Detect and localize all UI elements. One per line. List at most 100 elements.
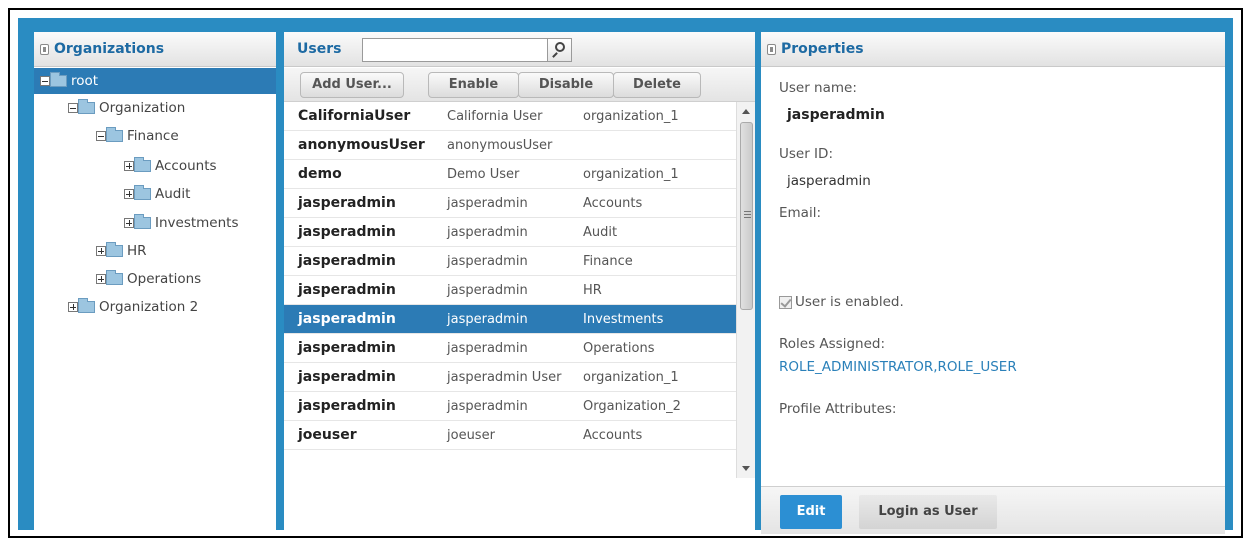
user-org-cell: Organization_2 [583,399,681,414]
user-enabled-checkbox[interactable]: User is enabled. [779,294,904,310]
table-row[interactable]: CaliforniaUser California User organizat… [284,102,736,131]
pin-icon[interactable] [40,44,49,55]
expand-icon[interactable] [124,189,134,199]
roles-value: ROLE_ADMINISTRATOR,ROLE_USER [779,359,1017,375]
user-fullname-cell: jasperadmin [447,399,528,414]
user-name-cell: jasperadmin [298,311,396,327]
scrollbar-thumb[interactable] [740,122,753,310]
tree-node-organization[interactable]: Organization [68,95,185,121]
user-org-cell: Finance [583,254,633,269]
checkbox-icon[interactable] [779,295,792,309]
collapse-icon[interactable] [96,131,106,141]
user-fullname-cell: anonymousUser [447,138,553,153]
tree-node-accounts[interactable]: Accounts [124,153,217,179]
users-panel: Users Add User... Enable Disable Delete … [284,32,755,534]
search-box [362,38,572,62]
table-row[interactable]: jasperadmin jasperadmin Organization_2 [284,392,736,421]
user-fullname-cell: joeuser [447,428,495,443]
tree-node-finance[interactable]: Finance [96,123,179,149]
tree-node-hr[interactable]: HR [96,238,147,264]
user-org-cell: Operations [583,341,655,356]
table-row[interactable]: jasperadmin jasperadmin Audit [284,218,736,247]
tree-node-label: Audit [155,186,191,202]
add-user-button[interactable]: Add User... [300,72,404,98]
tree-node-label: Finance [127,128,179,144]
users-list: CaliforniaUser California User organizat… [284,102,736,478]
user-org-cell: organization_1 [583,109,679,124]
expand-icon[interactable] [124,161,134,171]
user-name-cell: joeuser [298,427,357,443]
table-row[interactable]: demo Demo User organization_1 [284,160,736,189]
table-row-selected[interactable]: jasperadmin jasperadmin Investments [284,305,736,334]
table-row[interactable]: anonymousUser anonymousUser [284,131,736,160]
table-row[interactable]: joeuser joeuser Accounts [284,421,736,450]
organizations-header: Organizations [34,32,276,67]
user-name-cell: jasperadmin [298,224,396,240]
collapse-icon[interactable] [40,76,50,86]
user-fullname-cell: jasperadmin User [447,370,562,385]
tree-node-label: Organization 2 [99,299,199,315]
pin-icon[interactable] [767,44,776,55]
user-org-cell: Audit [583,225,618,240]
user-fullname-cell: jasperadmin [447,283,528,298]
user-name-cell: demo [298,166,342,182]
user-org-cell: HR [583,283,602,298]
expand-icon[interactable] [96,246,106,256]
tree-node-label: HR [127,243,147,259]
roles-label: Roles Assigned: [779,336,886,352]
app-stage: Organizations root Organization Finance … [18,18,1233,534]
delete-button[interactable]: Delete [613,72,701,98]
tree-node-label: Investments [155,215,239,231]
expand-icon[interactable] [124,218,134,228]
folder-icon [50,72,67,87]
username-value: jasperadmin [787,107,885,123]
user-org-cell: Accounts [583,196,643,211]
properties-header: Properties [761,32,1225,67]
expand-icon[interactable] [68,302,78,312]
users-scrollbar[interactable] [736,102,755,478]
disable-button[interactable]: Disable [518,72,614,98]
tree-node-organization-2[interactable]: Organization 2 [68,294,198,320]
user-fullname-cell: California User [447,109,543,124]
profile-attributes-label: Profile Attributes: [779,401,897,417]
scroll-up-arrow-icon[interactable] [742,109,750,114]
folder-icon [106,127,123,142]
folder-icon [106,242,123,257]
users-toolbar: Add User... Enable Disable Delete [284,68,755,102]
user-fullname-cell: Demo User [447,167,520,182]
expand-icon[interactable] [96,274,106,284]
user-fullname-cell: jasperadmin [447,225,528,240]
folder-icon [106,270,123,285]
users-header: Users [284,32,755,67]
search-input[interactable] [363,39,543,61]
user-org-cell: organization_1 [583,370,679,385]
email-label: Email: [779,205,822,221]
tree-node-operations[interactable]: Operations [96,266,201,292]
user-fullname-cell: jasperadmin [447,341,528,356]
organizations-panel: Organizations root Organization Finance … [34,32,276,534]
search-icon[interactable] [547,39,571,61]
tree-node-investments[interactable]: Investments [124,210,239,236]
user-name-cell: CaliforniaUser [298,108,411,124]
username-label: User name: [779,80,857,96]
properties-panel: Properties User name: jasperadmin User I… [761,32,1225,534]
table-row[interactable]: jasperadmin jasperadmin Finance [284,247,736,276]
user-fullname-cell: jasperadmin [447,254,528,269]
tree-node-audit[interactable]: Audit [124,181,190,207]
user-name-cell: anonymousUser [298,137,425,153]
login-as-user-button[interactable]: Login as User [859,495,997,529]
enable-button[interactable]: Enable [428,72,519,98]
folder-icon [134,214,151,229]
user-name-cell: jasperadmin [298,369,396,385]
scroll-down-arrow-icon[interactable] [742,466,750,471]
collapse-icon[interactable] [68,103,78,113]
tree-node-label: root [71,73,99,89]
table-row[interactable]: jasperadmin jasperadmin HR [284,276,736,305]
edit-button[interactable]: Edit [780,495,842,529]
table-row[interactable]: jasperadmin jasperadmin Accounts [284,189,736,218]
user-org-cell: Accounts [583,428,643,443]
tree-node-root[interactable]: root [34,68,276,94]
table-row[interactable]: jasperadmin jasperadmin User organizatio… [284,363,736,392]
table-row[interactable]: jasperadmin jasperadmin Operations [284,334,736,363]
user-name-cell: jasperadmin [298,282,396,298]
